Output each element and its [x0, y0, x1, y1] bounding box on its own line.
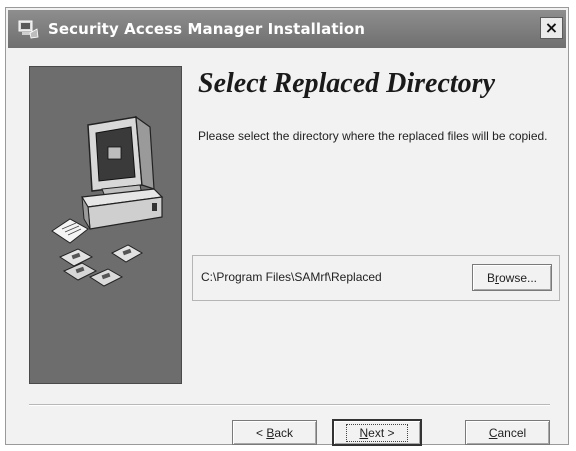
close-button[interactable]: × [540, 17, 563, 39]
installer-icon [18, 20, 39, 39]
directory-group: C:\Program Files\SAMrf\Replaced Br owse..… [192, 255, 560, 301]
cancel-button[interactable]: Cancel [465, 420, 550, 445]
next-accelerator: N [359, 425, 369, 440]
directory-path: C:\Program Files\SAMrf\Replaced [201, 270, 382, 284]
window-title: Security Access Manager Installation [48, 20, 366, 38]
document-icon [51, 218, 89, 244]
instructions-text: Please select the directory where the re… [198, 129, 548, 143]
back-label-end: ack [274, 425, 294, 440]
close-icon: × [544, 18, 559, 37]
installer-window: Security Access Manager Installation × S… [5, 7, 569, 446]
cancel-accelerator: C [488, 425, 498, 440]
disk-icon [58, 248, 94, 267]
disk-icon [110, 244, 144, 263]
title-bar[interactable]: Security Access Manager Installation × [8, 10, 566, 48]
back-button[interactable]: < Back [232, 420, 317, 445]
browse-label-end: owse... [499, 270, 538, 285]
cancel-label-end: ancel [497, 425, 527, 440]
next-button[interactable]: Next > [332, 419, 422, 446]
next-label-end: ext > [368, 425, 395, 440]
browse-label-start: B [486, 270, 495, 285]
browse-button[interactable]: Br owse... [472, 264, 552, 291]
page-heading: Select Replaced Directory [198, 68, 496, 99]
monitor-icon [87, 115, 155, 200]
computer-case-icon [81, 188, 164, 230]
next-focus-rect: Next > [346, 423, 408, 442]
back-accelerator: B [266, 425, 275, 440]
back-label-start: < [255, 425, 267, 440]
computer-with-disks-illustration [51, 115, 164, 287]
side-panel [29, 66, 182, 384]
button-separator [29, 404, 550, 406]
